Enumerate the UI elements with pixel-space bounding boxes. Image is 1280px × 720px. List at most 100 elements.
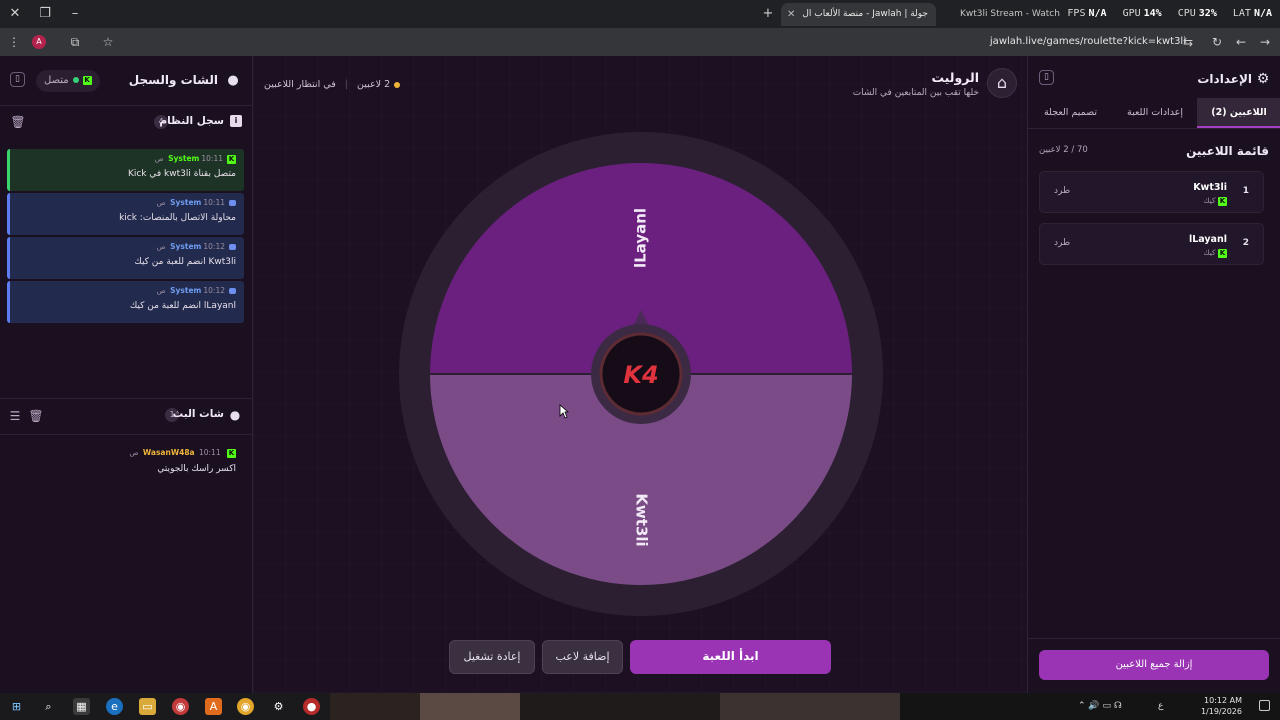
log-message: متصل بقناة kwt3li في Kick [127,169,236,179]
forward-icon[interactable]: ← [1232,33,1250,51]
center-logo: K4 [623,361,658,389]
menu-dots-icon[interactable]: ⋮ [5,33,23,51]
clock-date: 1/19/2026 [1200,707,1242,716]
url-field[interactable]: jawlah.live/games/roulette?kick=kwt3li [990,36,1186,47]
remove-all-players-button[interactable]: إزالة جميع اللاعبين [1039,650,1269,680]
kick-logo-icon: K [82,75,92,85]
log-entry: KSystem10:11 ص متصل بقناة kwt3li في Kick [7,149,244,191]
settings-panel: ▯ الإعدادات ⚙ اللاعبين (2) إعدادات اللعب… [1027,56,1280,693]
edge-icon[interactable]: e [106,698,123,715]
roulette-wheel[interactable]: lLayanl Kwt3li K4 [398,130,884,616]
log-sender: System [170,286,202,295]
start-game-button[interactable]: ابدأ اللعبة [630,640,831,674]
home-icon: ⌂ [996,73,1008,92]
restore-window-icon[interactable]: ❐ [34,4,56,24]
chat-message-meta: K WasanW48a 10:11 ص [129,448,236,458]
chat-bubble-icon: ● [229,408,241,422]
tab-game-settings[interactable]: إعدادات اللعبة [1113,98,1197,128]
mouse-cursor-icon [559,404,569,419]
kick-player-button[interactable]: طرد [1054,186,1070,196]
wheel-segment-label: Kwt3li [633,493,651,546]
restart-button[interactable]: إعادة تشغيل [449,640,535,674]
clear-chat-trash-icon[interactable]: 🗑 [27,407,45,425]
log-entry-meta: KSystem10:11 ص [155,154,236,164]
kick-logo-icon: K [1218,196,1227,206]
reload-icon[interactable]: ↻ [1208,33,1226,51]
chrome-icon[interactable]: ◉ [172,698,189,715]
tab-wheel-design[interactable]: تصميم العجلة [1028,98,1113,128]
log-sender: System [170,198,202,207]
log-message: Kwt3li انضم للعبة من كيك [134,257,236,267]
player-number: 1 [1242,186,1249,196]
close-window-icon[interactable]: ✕ [4,4,26,24]
notifications-icon[interactable] [1259,700,1270,711]
app-root: ▯ متصل K الشات والسجل ● 🗑 4 سجل النظام i … [0,56,1280,693]
tab-title: جولة | Jawlah - منصة الألعاب ال... [803,9,928,19]
player-card: 1 Kwt3li K كيك طرد [1039,171,1264,213]
system-log-title: سجل النظام [159,115,224,127]
player-list-title: قائمة اللاعبين [1186,144,1269,158]
profile-avatar[interactable]: A [32,35,46,49]
app-icon[interactable]: A [205,698,222,715]
fps-value: N/A [1088,8,1107,19]
chat-panel: ▯ متصل K الشات والسجل ● 🗑 4 سجل النظام i … [0,56,253,693]
log-entry-meta: System10:12 ص [157,242,236,251]
system-tray-icons[interactable]: ⌃ 🔊 ▭ ☊ [1078,701,1122,711]
tab-kwt3li-stream[interactable]: Kwt3li Stream - Watch Live on [942,3,1062,26]
close-tab-icon[interactable]: ✕ [787,3,795,26]
game-subtitle: خلها تقب بين المتابعين في الشات [852,88,979,98]
new-tab-icon[interactable]: + [757,4,779,24]
home-button[interactable]: ⌂ [987,68,1017,98]
search-icon[interactable]: ⌕ [40,698,57,715]
player-platform-label: كيك [1203,248,1216,257]
game-status: 2 لاعبين | في انتظار اللاعبين [264,79,401,90]
log-entry-meta: System10:11 ص [157,198,236,207]
back-icon[interactable]: → [1256,33,1274,51]
stream-chat-title: شات البث [172,408,224,420]
windows-start-icon[interactable]: ⊞ [8,698,25,715]
connection-status: متصل K [36,70,100,92]
recorder-icon[interactable]: ● [303,698,320,715]
fps-label: FPS [1067,8,1086,19]
game-area: 2 لاعبين | في انتظار اللاعبين ⌂ الروليت … [253,56,1027,693]
clear-log-trash-icon[interactable]: 🗑 [9,113,27,131]
section-divider [0,434,253,435]
tab-title: Kwt3li Stream - Watch Live on [960,9,1060,19]
site-settings-icon[interactable]: ⇆ [1179,33,1197,51]
bookmark-star-icon[interactable]: ☆ [99,33,117,51]
player-number: 2 [1242,238,1249,248]
filter-lines-icon[interactable]: ☰ [6,407,24,425]
taskbar: ⊞ ⌕ ▦ e ▭ ◉ A ◉ ⚙ ● ⌃ 🔊 ▭ ☊ ع 10:12 AM 1… [0,693,1280,720]
chrome-canary-icon[interactable]: ◉ [237,698,254,715]
lat-label: LAT [1232,8,1251,19]
tab-players[interactable]: اللاعبين (2) [1197,98,1280,128]
player-platform: K كيك [1203,196,1227,206]
taskbar-clock[interactable]: 10:12 AM 1/19/2026 [1201,695,1242,717]
tab-jawlah[interactable]: ✕ جولة | Jawlah - منصة الألعاب ال... [781,3,936,26]
extensions-icon[interactable]: ⧉ [66,33,84,51]
store-icon[interactable]: ▦ [73,698,90,715]
kick-logo-icon: K [227,154,236,164]
address-bar: ⋮ ⧉ ☆ jawlah.live/games/roulette?kick=kw… [0,28,1280,56]
file-explorer-icon[interactable]: ▭ [139,698,156,715]
log-message: محاولة الاتصال بالمنصات: kick [119,213,236,223]
waiting-status: في انتظار اللاعبين [264,79,336,90]
player-name: Kwt3li [1193,182,1227,193]
settings-title: الإعدادات [1197,72,1252,86]
add-player-button[interactable]: إضافة لاعب [542,640,623,674]
log-message: lLayanl انضم للعبة من كيك [129,301,236,311]
chat-bubble-icon: ● [227,73,239,88]
cpu-label: CPU [1177,8,1196,19]
collapse-panel-icon[interactable]: ▯ [10,72,25,87]
status-separator: | [344,79,348,90]
minimize-window-icon[interactable]: – [64,4,86,24]
steam-icon[interactable]: ⚙ [270,698,287,715]
input-language[interactable]: ع [1158,701,1163,711]
gear-icon: ⚙ [1256,71,1270,87]
collapse-panel-icon[interactable]: ▯ [1039,70,1054,85]
player-count: 2 لاعبين [357,79,391,90]
kick-player-button[interactable]: طرد [1054,238,1070,248]
lat-value: N/A [1253,8,1272,19]
gpu-label: GPU [1122,8,1141,19]
connection-status-label: متصل [44,75,69,86]
